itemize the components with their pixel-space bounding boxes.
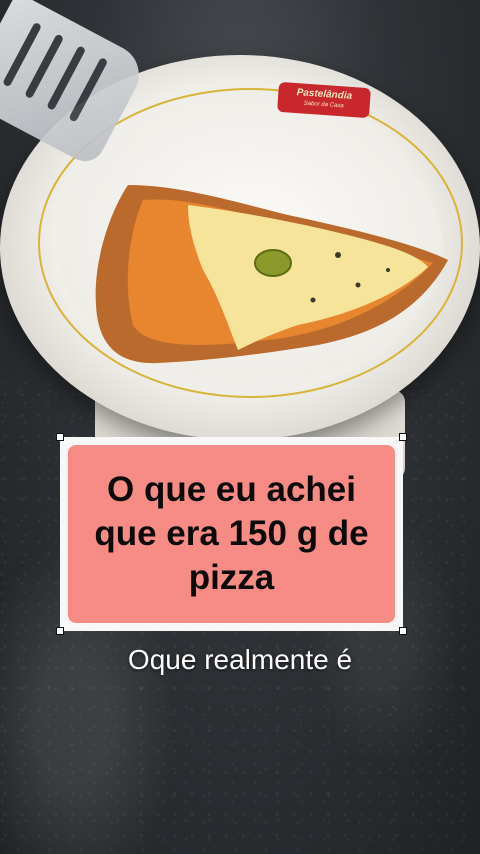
plate-brand-subtitle: Sabor da Casa bbox=[303, 100, 344, 110]
oregano-speck bbox=[335, 252, 341, 258]
plate-brand-logo: Pastelândia Sabor da Casa bbox=[277, 81, 371, 119]
subtitle-text: Oque realmente é bbox=[127, 644, 353, 675]
oregano-speck bbox=[310, 297, 316, 303]
caption-text: O que eu achei que era 150 g de pizza bbox=[94, 470, 369, 597]
resize-handle-top-right[interactable] bbox=[399, 433, 407, 441]
resize-handle-bottom-left[interactable] bbox=[56, 627, 64, 635]
caption-card[interactable]: O que eu achei que era 150 g de pizza bbox=[60, 437, 403, 631]
green-olive bbox=[254, 249, 292, 277]
pizza-slice bbox=[95, 185, 448, 364]
resize-handle-top-left[interactable] bbox=[56, 433, 64, 441]
oregano-speck bbox=[386, 268, 390, 272]
caption-card-fill: O que eu achei que era 150 g de pizza bbox=[68, 445, 395, 623]
oregano-speck bbox=[355, 282, 361, 288]
resize-handle-bottom-right[interactable] bbox=[399, 627, 407, 635]
